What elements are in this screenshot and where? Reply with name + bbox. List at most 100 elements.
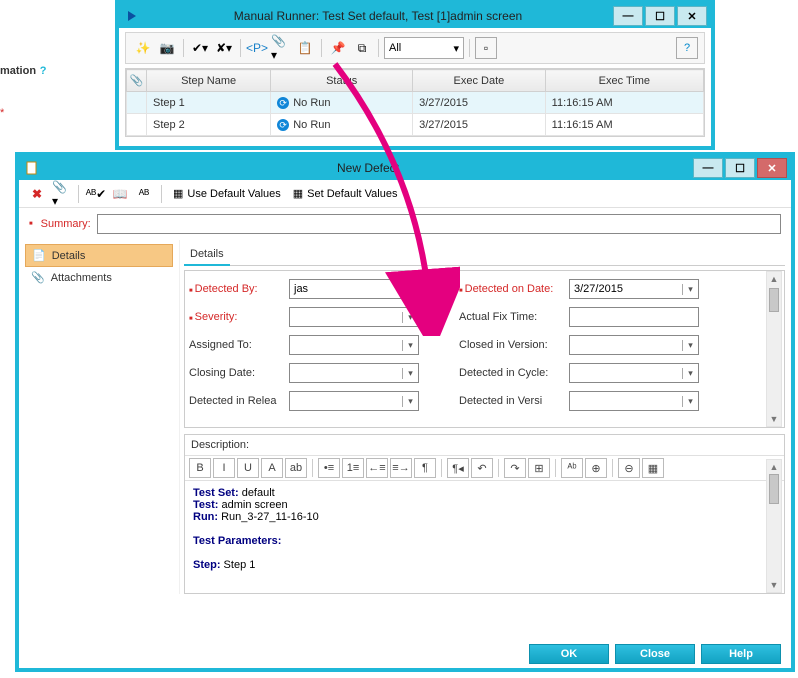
field-input[interactable]: ▾: [289, 335, 419, 355]
wand-icon[interactable]: ✨: [132, 37, 154, 59]
field-input[interactable]: ▾: [289, 391, 419, 411]
new-defect-window: New Defect — ☐ ✕ ✖ 📎▾ ᴬᴮ✔ 📖 ᴬᴮ ▦ Use Def…: [15, 152, 795, 672]
rte-btn-0[interactable]: B: [189, 458, 211, 478]
field-input[interactable]: ▾: [569, 335, 699, 355]
steps-grid[interactable]: 📎 Step Name Status Exec Date Exec Time S…: [125, 68, 705, 137]
field-input[interactable]: 3/27/2015▾: [569, 279, 699, 299]
close-button[interactable]: ✕: [677, 6, 707, 26]
field-input[interactable]: jas▾: [289, 279, 419, 299]
field-input[interactable]: ▾: [569, 391, 699, 411]
grammar-icon[interactable]: ᴬᴮ: [134, 184, 154, 204]
template-icon: ▦: [293, 187, 303, 200]
rte-btn-10[interactable]: ¶◂: [447, 458, 469, 478]
minimize-button[interactable]: —: [693, 158, 723, 178]
rte-btn-5[interactable]: •≡: [318, 458, 340, 478]
compact-icon[interactable]: ⧉: [351, 37, 373, 59]
rte-btn-14[interactable]: ᴬᵇ: [561, 458, 583, 478]
chevron-down-icon[interactable]: ▾: [402, 284, 418, 295]
template-icon: ▦: [173, 187, 183, 200]
rte-btn-15[interactable]: ⊕: [585, 458, 607, 478]
scroll-down-icon[interactable]: ▼: [770, 580, 779, 590]
sidebar-tab-details[interactable]: 📄Details: [25, 244, 173, 267]
chevron-down-icon[interactable]: ▾: [402, 368, 418, 379]
description-editor[interactable]: Test Set: defaultTest: admin screenRun: …: [185, 481, 784, 593]
rte-btn-9[interactable]: ¶: [414, 458, 436, 478]
minimize-button[interactable]: —: [613, 6, 643, 26]
scroll-up-icon[interactable]: ▲: [770, 462, 779, 472]
table-row[interactable]: Step 1⟳No Run3/27/201511:16:15 AM: [127, 92, 704, 114]
col-date[interactable]: Exec Date: [413, 70, 546, 92]
rte-btn-7[interactable]: ←≡: [366, 458, 388, 478]
chevron-down-icon[interactable]: ▾: [682, 340, 698, 351]
filter-select[interactable]: All ▾: [384, 37, 464, 59]
filter-value: All: [389, 42, 401, 54]
maximize-button[interactable]: ☐: [725, 158, 755, 178]
chevron-down-icon[interactable]: ▾: [682, 368, 698, 379]
close-button[interactable]: ✕: [757, 158, 787, 178]
spellcheck-icon[interactable]: ᴬᴮ✔: [86, 184, 106, 204]
scroll-thumb[interactable]: [769, 288, 779, 312]
chevron-down-icon[interactable]: ▾: [402, 396, 418, 407]
maximize-button[interactable]: ☐: [645, 6, 675, 26]
inner-tab-details[interactable]: Details: [184, 244, 230, 266]
pin-icon[interactable]: 📌: [327, 37, 349, 59]
new-defect-icon[interactable]: 📋: [294, 37, 316, 59]
attach-dd-icon[interactable]: 📎▾: [51, 184, 71, 204]
scroll-up-icon[interactable]: ▲: [770, 274, 779, 284]
rte-btn-11[interactable]: ↶: [471, 458, 493, 478]
toolbar: ✨ 📷 ✔▾ ✘▾ <P> 📎▾ 📋 📌 ⧉ All ▾ ▫ ?: [125, 32, 705, 64]
chevron-down-icon[interactable]: ▾: [402, 340, 418, 351]
table-row[interactable]: Step 2⟳No Run3/27/201511:16:15 AM: [127, 114, 704, 136]
chevron-down-icon[interactable]: ▾: [682, 284, 698, 295]
rte-btn-2[interactable]: U: [237, 458, 259, 478]
rte-btn-12[interactable]: ↷: [504, 458, 526, 478]
help-icon[interactable]: ?: [40, 65, 47, 77]
attach-icon[interactable]: 📎▾: [270, 37, 292, 59]
field-input[interactable]: ▾: [289, 307, 419, 327]
help-button[interactable]: Help: [701, 644, 781, 664]
thesaurus-icon[interactable]: 📖: [110, 184, 130, 204]
clear-icon[interactable]: ✖: [27, 184, 47, 204]
snapshot-icon[interactable]: 📷: [156, 37, 178, 59]
param-icon[interactable]: <P>: [246, 37, 268, 59]
rte-btn-1[interactable]: I: [213, 458, 235, 478]
scrollbar[interactable]: ▲ ▼: [766, 459, 782, 593]
title-bar[interactable]: New Defect — ☐ ✕: [19, 156, 791, 180]
help-button[interactable]: ?: [676, 37, 698, 59]
field-label: Actual Fix Time:: [459, 311, 569, 323]
check-fail-icon[interactable]: ✘▾: [213, 37, 235, 59]
col-step[interactable]: Step Name: [147, 70, 271, 92]
scroll-thumb[interactable]: [769, 474, 779, 504]
col-status[interactable]: Status: [271, 70, 413, 92]
summary-input[interactable]: [97, 214, 781, 234]
col-time[interactable]: Exec Time: [545, 70, 703, 92]
rte-btn-8[interactable]: ≡→: [390, 458, 412, 478]
field-input[interactable]: ▾: [289, 363, 419, 383]
field-label: Closing Date:: [189, 367, 289, 379]
rte-btn-6[interactable]: 1≡: [342, 458, 364, 478]
rte-btn-16[interactable]: ⊖: [618, 458, 640, 478]
rte-btn-3[interactable]: A: [261, 458, 283, 478]
col-attach[interactable]: 📎: [127, 70, 147, 92]
title-bar[interactable]: Manual Runner: Test Set default, Test [1…: [119, 4, 711, 28]
view-icon[interactable]: ▫: [475, 37, 497, 59]
doc-icon: [25, 161, 39, 175]
field-input[interactable]: ▾: [569, 363, 699, 383]
rte-btn-13[interactable]: ⊞: [528, 458, 550, 478]
scroll-down-icon[interactable]: ▼: [770, 414, 779, 424]
scrollbar[interactable]: ▲ ▼: [766, 271, 782, 427]
sidebar-tab-attachments[interactable]: 📎Attachments: [25, 267, 173, 288]
chevron-down-icon: ▾: [453, 42, 459, 55]
attachment-icon: 📎: [31, 271, 45, 284]
rte-btn-4[interactable]: ab: [285, 458, 307, 478]
check-pass-icon[interactable]: ✔▾: [189, 37, 211, 59]
chevron-down-icon[interactable]: ▾: [402, 312, 418, 323]
chevron-down-icon[interactable]: ▾: [682, 396, 698, 407]
rte-btn-17[interactable]: ▦: [642, 458, 664, 478]
defect-toolbar: ✖ 📎▾ ᴬᴮ✔ 📖 ᴬᴮ ▦ Use Default Values ▦ Set…: [19, 180, 791, 208]
close-button[interactable]: Close: [615, 644, 695, 664]
ok-button[interactable]: OK: [529, 644, 609, 664]
use-default-values[interactable]: ▦ Use Default Values: [169, 184, 285, 204]
set-default-values[interactable]: ▦ Set Default Values: [289, 184, 402, 204]
field-input[interactable]: [569, 307, 699, 327]
